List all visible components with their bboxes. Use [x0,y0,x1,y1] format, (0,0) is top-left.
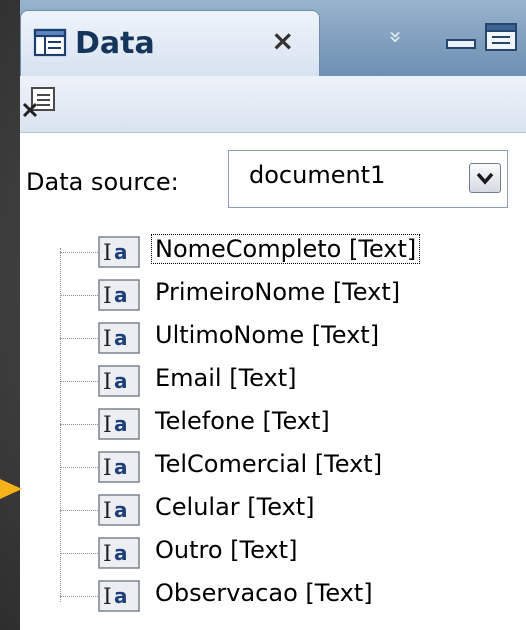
svg-text:a: a [114,326,128,350]
text-field-icon: Ia [98,451,140,483]
tree-connector [60,295,98,296]
tree-item[interactable]: Ia TelComercial [Text] [20,447,526,487]
tree-item[interactable]: Ia Telefone [Text] [20,404,526,444]
text-field-icon: Ia [98,408,140,440]
tree-connector [60,424,98,425]
tab-data[interactable]: Data × [20,10,320,76]
svg-text:I: I [103,241,112,266]
svg-text:I: I [103,585,112,610]
text-field-icon: Ia [98,494,140,526]
svg-text:a: a [114,412,128,436]
text-field-icon: Ia [98,236,140,268]
data-panel: Data × » Data source: document1 I a Nome… [20,0,526,630]
svg-text:a: a [114,283,128,307]
tree-item[interactable]: Ia UltimoNome [Text] [20,318,526,358]
field-tree: Ia NomeCompleto [Text] Ia PrimeiroNome [Tex… [20,220,526,630]
maximize-icon[interactable] [484,22,518,52]
tree-connector [60,467,98,468]
svg-text:a: a [114,369,128,393]
field-label: Celular [Text] [155,493,315,521]
svg-text:I: I [103,327,112,352]
svg-text:a: a [114,240,128,264]
chevron-down-icon [476,172,494,185]
remove-data-source-icon[interactable] [22,84,56,120]
panel-title: Data [75,26,155,61]
tree-connector [60,252,98,253]
text-field-icon: Ia [98,322,140,354]
svg-text:I: I [103,499,112,524]
svg-text:I: I [103,284,112,309]
field-label: UltimoNome [Text] [155,321,380,349]
field-label: NomeCompleto [Text] [150,234,421,264]
text-field-icon: Ia [98,279,140,311]
panel-toolbar [20,76,526,133]
svg-text:I: I [103,370,112,395]
pointer-arrow-icon [0,479,22,499]
tree-item[interactable]: Ia Celular [Text] [20,490,526,530]
svg-text:a: a [114,498,128,522]
tree-item[interactable]: Ia PrimeiroNome [Text] [20,275,526,315]
data-source-label: Data source: [26,168,179,196]
tree-item[interactable]: Ia Email [Text] [20,361,526,401]
text-field-icon: Ia [98,365,140,397]
chevron-down-icon[interactable]: » [383,30,408,43]
svg-text:a: a [114,455,128,479]
text-field-icon: Ia [98,580,140,612]
field-label: Outro [Text] [155,536,298,564]
field-label: TelComercial [Text] [155,450,383,478]
tree-connector [60,338,98,339]
svg-text:I: I [103,456,112,481]
svg-text:a: a [114,541,128,565]
data-source-value: document1 [249,161,386,189]
panel-tab-bar: Data × » [20,0,526,76]
svg-text:a: a [114,584,128,608]
svg-text:I: I [103,413,112,438]
data-source-select[interactable]: document1 [228,150,508,208]
field-label: PrimeiroNome [Text] [155,278,401,306]
field-label: Email [Text] [155,364,297,392]
tree-item[interactable]: Ia NomeCompleto [Text] [20,232,526,272]
dropdown-button[interactable] [469,163,501,193]
svg-text:I: I [103,542,112,567]
text-field-icon: Ia [98,537,140,569]
field-label: Observacao [Text] [155,579,373,607]
minimize-icon[interactable] [445,26,477,52]
tree-connector [60,553,98,554]
data-panel-icon [33,28,67,57]
field-label: Telefone [Text] [155,407,330,435]
tree-item[interactable]: Ia Observacao [Text] [20,576,526,616]
close-icon[interactable]: × [271,27,294,55]
tree-connector [60,381,98,382]
tree-item[interactable]: Ia Outro [Text] [20,533,526,573]
tree-connector [60,510,98,511]
tree-connector [60,596,98,597]
